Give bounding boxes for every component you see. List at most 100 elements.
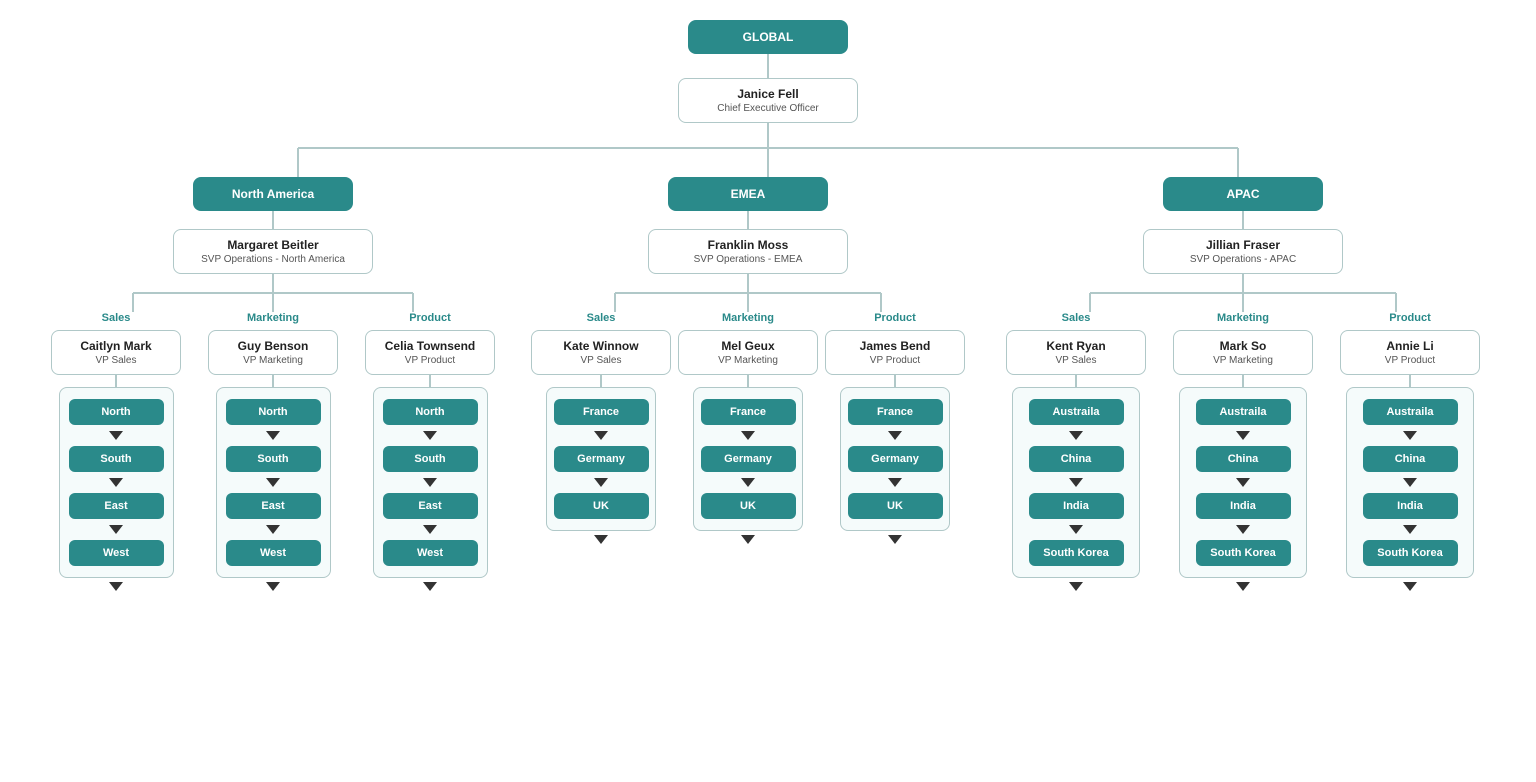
emea-sales-item-1[interactable]: Germany xyxy=(554,446,649,472)
emea-marketing-vp-title: VP Marketing xyxy=(693,355,803,366)
north-america-box: North America xyxy=(193,177,353,211)
emea-sales-item-0[interactable]: France xyxy=(554,399,649,425)
emea-branch-svg xyxy=(548,292,948,312)
apac-mkt-item-3[interactable]: South Korea xyxy=(1196,540,1291,566)
apac-sales-item-1[interactable]: China xyxy=(1029,446,1124,472)
na-product-vp-box: Celia Townsend VP Product xyxy=(365,330,495,375)
apac-product-vp-box: Annie Li VP Product xyxy=(1340,330,1480,375)
apac-sales-item-3[interactable]: South Korea xyxy=(1029,540,1124,566)
na-mkt-arrow-0 xyxy=(266,431,280,440)
na-product-vp-name: Celia Townsend xyxy=(380,339,480,353)
apac-product-vp-name: Annie Li xyxy=(1355,339,1465,353)
apac-marketing-sublist: Austraila China India South Korea xyxy=(1179,387,1307,578)
na-product-vp-title: VP Product xyxy=(380,355,480,366)
na-marketing-sublist: North South East West xyxy=(216,387,331,578)
apac-mkt-item-1[interactable]: China xyxy=(1196,446,1291,472)
region-north-america: North America Margaret Beitler SVP Opera… xyxy=(48,177,498,595)
na-sales-item-2[interactable]: East xyxy=(69,493,164,519)
emea-box: EMEA xyxy=(668,177,828,211)
apac-prod-arrow-bottom xyxy=(1403,582,1417,591)
emea-mkt-item-0[interactable]: France xyxy=(701,399,796,425)
apac-mkt-item-0[interactable]: Austraila xyxy=(1196,399,1291,425)
region-apac: APAC Jillian Fraser SVP Operations - APA… xyxy=(998,177,1488,595)
apac-prod-item-2[interactable]: India xyxy=(1363,493,1458,519)
na-sales-item-0[interactable]: North xyxy=(69,399,164,425)
emea-product-col: Product James Bend VP Product France Ger… xyxy=(830,312,960,548)
apac-sales-arrow-1 xyxy=(1069,478,1083,487)
apac-mkt-item-2[interactable]: India xyxy=(1196,493,1291,519)
na-sales-arrow-2 xyxy=(109,525,123,534)
apac-product-col: Product Annie Li VP Product Austraila Ch… xyxy=(1335,312,1485,595)
apac-sales-item-2[interactable]: India xyxy=(1029,493,1124,519)
apac-prod-item-3[interactable]: South Korea xyxy=(1363,540,1458,566)
emea-prod-arrow-1 xyxy=(888,478,902,487)
na-product-col: Product Celia Townsend VP Product North … xyxy=(360,312,500,595)
na-sales-sublist: North South East West xyxy=(59,387,174,578)
apac-prod-item-0[interactable]: Austraila xyxy=(1363,399,1458,425)
na-prod-item-2[interactable]: East xyxy=(383,493,478,519)
emea-marketing-sublist: France Germany UK xyxy=(693,387,803,531)
na-prod-item-3[interactable]: West xyxy=(383,540,478,566)
emea-product-label: Product xyxy=(874,312,916,324)
na-sales-item-1[interactable]: South xyxy=(69,446,164,472)
emea-prod-item-2[interactable]: UK xyxy=(848,493,943,519)
emea-prod-arrow-0 xyxy=(888,431,902,440)
org-chart: GLOBAL Janice Fell Chief Executive Offic… xyxy=(0,0,1536,782)
emea-mkt-item-1[interactable]: Germany xyxy=(701,446,796,472)
apac-marketing-label: Marketing xyxy=(1217,312,1269,324)
na-marketing-col: Marketing Guy Benson VP Marketing North … xyxy=(203,312,343,595)
apac-marketing-vp-name: Mark So xyxy=(1188,339,1298,353)
emea-prod-item-0[interactable]: France xyxy=(848,399,943,425)
apac-sales-arrow-2 xyxy=(1069,525,1083,534)
emea-svp-title: SVP Operations - EMEA xyxy=(663,254,833,265)
emea-sales-col: Sales Kate Winnow VP Sales France German… xyxy=(536,312,666,548)
emea-sales-item-2[interactable]: UK xyxy=(554,493,649,519)
emea-sales-sublist: France Germany UK xyxy=(546,387,656,531)
emea-sales-arrow-1 xyxy=(594,478,608,487)
ceo-title: Chief Executive Officer xyxy=(693,103,843,114)
apac-product-label: Product xyxy=(1389,312,1431,324)
na-prod-item-0[interactable]: North xyxy=(383,399,478,425)
apac-mkt-arrow-bottom xyxy=(1236,582,1250,591)
apac-branch-svg xyxy=(1013,292,1473,312)
emea-product-vp-name: James Bend xyxy=(840,339,950,353)
emea-product-vp-box: James Bend VP Product xyxy=(825,330,965,375)
emea-prod-item-1[interactable]: Germany xyxy=(848,446,943,472)
apac-sales-col: Sales Kent Ryan VP Sales Austraila China… xyxy=(1001,312,1151,595)
na-prod-arrow-0 xyxy=(423,431,437,440)
na-mkt-arrow-bottom xyxy=(266,582,280,591)
na-sales-vp-name: Caitlyn Mark xyxy=(66,339,166,353)
na-mkt-arrow-1 xyxy=(266,478,280,487)
na-mkt-item-0[interactable]: North xyxy=(226,399,321,425)
apac-box: APAC xyxy=(1163,177,1323,211)
na-mkt-item-2[interactable]: East xyxy=(226,493,321,519)
na-mkt-item-1[interactable]: South xyxy=(226,446,321,472)
na-sales-arrow-0 xyxy=(109,431,123,440)
apac-sales-item-0[interactable]: Austraila xyxy=(1029,399,1124,425)
na-prod-item-1[interactable]: South xyxy=(383,446,478,472)
emea-prod-arrow-bottom xyxy=(888,535,902,544)
na-svp-title: SVP Operations - North America xyxy=(188,254,358,265)
na-sales-vp-title: VP Sales xyxy=(66,355,166,366)
emea-sales-vp-name: Kate Winnow xyxy=(546,339,656,353)
na-svp-name: Margaret Beitler xyxy=(188,238,358,252)
na-sales-col: Sales Caitlyn Mark VP Sales North South … xyxy=(46,312,186,595)
regions-row: North America Margaret Beitler SVP Opera… xyxy=(48,177,1488,595)
apac-marketing-col: Marketing Mark So VP Marketing Austraila… xyxy=(1168,312,1318,595)
apac-sales-label: Sales xyxy=(1062,312,1091,324)
emea-product-vp-title: VP Product xyxy=(840,355,950,366)
na-prod-arrow-1 xyxy=(423,478,437,487)
na-sales-item-3[interactable]: West xyxy=(69,540,164,566)
ceo-branch-svg xyxy=(68,147,1468,177)
region-emea: EMEA Franklin Moss SVP Operations - EMEA… xyxy=(538,177,958,548)
apac-sales-vp-name: Kent Ryan xyxy=(1021,339,1131,353)
na-mkt-arrow-2 xyxy=(266,525,280,534)
apac-sales-vp-title: VP Sales xyxy=(1021,355,1131,366)
emea-product-sublist: France Germany UK xyxy=(840,387,950,531)
emea-mkt-item-2[interactable]: UK xyxy=(701,493,796,519)
na-mkt-item-3[interactable]: West xyxy=(226,540,321,566)
na-prod-arrow-bottom xyxy=(423,582,437,591)
apac-marketing-vp-box: Mark So VP Marketing xyxy=(1173,330,1313,375)
emea-svp-box: Franklin Moss SVP Operations - EMEA xyxy=(648,229,848,274)
apac-prod-item-1[interactable]: China xyxy=(1363,446,1458,472)
